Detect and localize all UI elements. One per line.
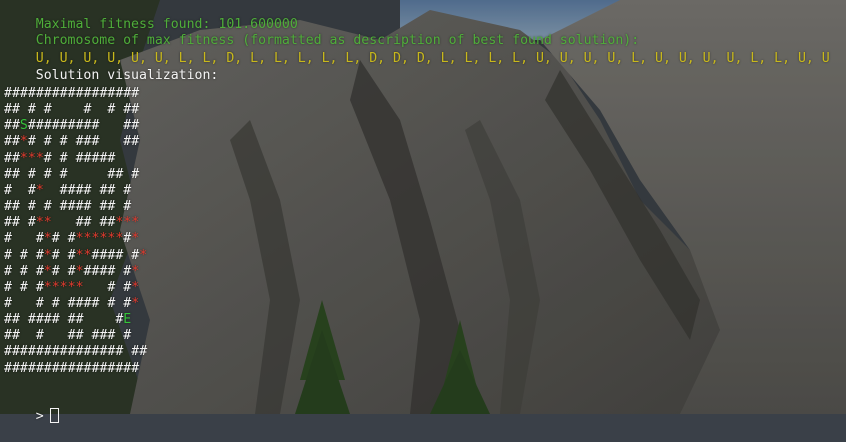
maze-row: # #*# #******#* [4, 231, 140, 247]
text-cursor [49, 408, 59, 424]
maze-row: ## #** ## ##*** [4, 215, 140, 231]
maze-row: # # #*# #**#### #* [4, 247, 148, 263]
maze-row: # #* #### ## # [4, 182, 132, 198]
maze-row: ## # # #### ## # [4, 199, 132, 215]
shell-prompt[interactable]: > [4, 392, 59, 442]
maze-row: ##***# # ##### [4, 150, 116, 166]
maze-row: ##S######### ## [4, 118, 140, 134]
maze-row: ## # # # # ## [4, 102, 140, 118]
maze-row: ##*# # # ### ## [4, 134, 140, 150]
maze-row: ## #### ## #E [4, 312, 132, 328]
prompt-symbol: > [35, 409, 44, 425]
maze-row: # # #***** # #* [4, 279, 140, 295]
maze-row: ############### ## [4, 344, 148, 360]
maze-row: ## # # # ## # [4, 166, 140, 182]
terminal-window[interactable]: Maximal fitness found: 101.600000 Chromo… [0, 0, 846, 424]
maze-row: # # # #### # #* [4, 295, 140, 311]
maze-row: ################# [4, 86, 140, 101]
maze-row: # # #*# #*#### #* [4, 263, 140, 279]
maze-row: ## # ## ### # [4, 328, 132, 344]
maze-row: ################# [4, 360, 140, 376]
